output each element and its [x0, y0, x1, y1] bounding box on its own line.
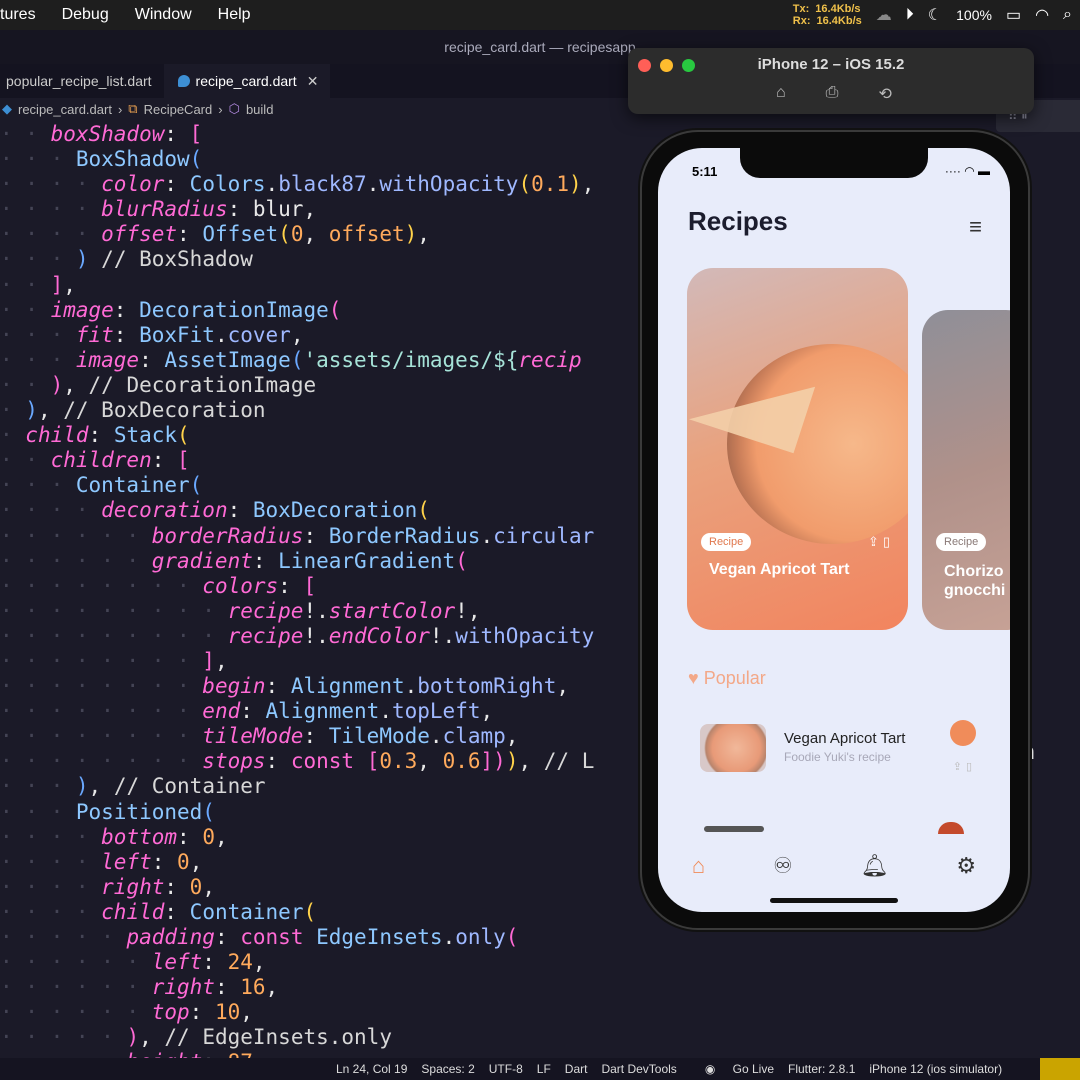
signal-wifi-battery-icon: ···· ◠ ▬: [944, 164, 990, 178]
section-heading: ♥ Popular: [688, 668, 766, 689]
heart-icon: ♥: [688, 668, 699, 688]
list-item-title: Vegan Apricot Tart: [784, 730, 906, 747]
indent-setting[interactable]: Spaces: 2: [421, 1062, 474, 1076]
phone-screen: 5:11 ···· ◠ ▬ Recipes ≡ Recipe ⇪▯ Vegan …: [658, 148, 1010, 912]
recipe-card-title: Vegan Apricot Tart: [709, 561, 850, 578]
line-ending[interactable]: LF: [537, 1062, 551, 1076]
bookmark-icon[interactable]: ▯: [883, 534, 894, 549]
list-item-subtitle: Foodie Yuki's recipe: [784, 750, 891, 764]
rx-rate: 16.4Kb/s: [816, 15, 862, 27]
menu-icon[interactable]: ≡: [969, 214, 982, 240]
go-live-label: Go Live: [732, 1062, 774, 1076]
chevron-right-icon: ›: [117, 101, 123, 117]
menu-features[interactable]: tures: [0, 6, 36, 24]
rotate-icon[interactable]: ⟲: [878, 84, 891, 104]
go-live-button[interactable]: ◉ Go Live: [691, 1062, 774, 1076]
wifi-icon[interactable]: ◠: [1035, 5, 1049, 25]
recipe-thumbnail: [700, 724, 766, 772]
feedback-icon[interactable]: [1040, 1058, 1080, 1080]
popular-label: Popular: [703, 668, 766, 688]
cursor-position[interactable]: Ln 24, Col 19: [336, 1062, 407, 1076]
list-item[interactable]: Vegan Apricot Tart Foodie Yuki's recipe …: [700, 720, 990, 774]
recipe-card-title: Chorizo gnocchi: [944, 562, 1005, 600]
breadcrumb-file[interactable]: recipe_card.dart: [18, 102, 112, 117]
battery-icon[interactable]: ▭: [1006, 5, 1021, 25]
bookmark-icon[interactable]: ▯: [966, 761, 976, 773]
search-icon[interactable]: ⌕: [1063, 6, 1072, 24]
recipe-tag: Recipe: [701, 533, 752, 551]
tab-popular-recipe-list[interactable]: popular_recipe_list.dart: [0, 64, 164, 98]
bottom-nav: ⌂ ♾ 🔔︎ ⚙: [658, 836, 1010, 896]
chevron-right-icon: ›: [218, 101, 223, 117]
share-icon[interactable]: ⇪: [868, 534, 883, 549]
breadcrumb-class[interactable]: RecipeCard: [144, 102, 213, 117]
recipe-tag: Recipe: [936, 533, 987, 551]
flutter-version[interactable]: Flutter: 2.8.1: [788, 1062, 855, 1076]
bell-icon[interactable]: 🔔︎: [861, 853, 889, 879]
device-selector[interactable]: iPhone 12 (ios simulator): [869, 1062, 1002, 1076]
code-editor[interactable]: · · boxShadow: [ · · · BoxShadow( · · · …: [0, 122, 640, 1058]
iphone-frame: 5:11 ···· ◠ ▬ Recipes ≡ Recipe ⇪▯ Vegan …: [640, 130, 1030, 930]
notch: [740, 148, 928, 178]
broadcast-icon: ◉: [704, 1062, 716, 1076]
devtools-button[interactable]: Dart DevTools: [601, 1062, 676, 1076]
status-bar: Ln 24, Col 19 Spaces: 2 UTF-8 LF Dart Da…: [0, 1058, 1080, 1080]
simulator-window: iPhone 12 – iOS 15.2 ⌂ ⎙ ⟲: [628, 48, 1034, 114]
breadcrumb-method[interactable]: build: [246, 102, 273, 117]
tab-label: popular_recipe_list.dart: [6, 73, 152, 89]
menu-debug[interactable]: Debug: [62, 6, 109, 24]
screenshot-icon[interactable]: ⎙: [826, 84, 839, 104]
menu-window[interactable]: Window: [135, 6, 192, 24]
tab-label: recipe_card.dart: [195, 73, 297, 89]
status-area: Tx: 16.4Kb/s Rx: 16.4Kb/s ☁ ⏵ ☾ 100% ▭ ◠ ⌕: [793, 0, 1080, 30]
battery-percent: 100%: [956, 7, 992, 23]
code-text: · · boxShadow: [ · · · BoxShadow( · · · …: [0, 122, 595, 1058]
home-icon[interactable]: ⌂: [776, 84, 786, 104]
glasses-icon[interactable]: ♾: [773, 853, 793, 879]
menu-help[interactable]: Help: [218, 6, 251, 24]
status-time: 5:11: [692, 164, 718, 179]
share-icon[interactable]: ⇪: [953, 761, 966, 773]
dart-file-icon: [177, 75, 190, 87]
title-line: gnocchi: [944, 582, 1006, 599]
method-icon: ⬡: [228, 101, 240, 116]
recipe-card[interactable]: Recipe Chorizo gnocchi: [922, 310, 1010, 630]
play-icon[interactable]: ⏵: [906, 6, 914, 24]
avatar: [950, 720, 976, 746]
title-line: Chorizo: [944, 563, 1004, 580]
encoding[interactable]: UTF-8: [489, 1062, 523, 1076]
cloud-icon[interactable]: ☁: [876, 5, 892, 25]
dart-file-icon: ◆: [2, 101, 12, 116]
avatar: [938, 822, 964, 834]
rx-label: Rx:: [792, 15, 811, 27]
language-mode[interactable]: Dart: [565, 1062, 588, 1076]
network-meter: Tx: 16.4Kb/s Rx: 16.4Kb/s: [793, 3, 862, 27]
menu-bar: tures Debug Window Help Tx: 16.4Kb/s Rx: 1…: [0, 0, 1080, 30]
class-icon: ⧉: [128, 101, 138, 116]
moon-icon[interactable]: ☾: [928, 5, 942, 25]
tab-recipe-card[interactable]: recipe_card.dart ✕: [163, 64, 331, 98]
home-indicator: [770, 898, 898, 903]
simulator-title: iPhone 12 – iOS 15.2: [757, 56, 905, 73]
tx-rate: 16.4Kb/s: [815, 3, 861, 15]
recipe-card[interactable]: Recipe ⇪▯ Vegan Apricot Tart: [687, 268, 908, 630]
page-title: Recipes: [688, 206, 788, 236]
gear-icon[interactable]: ⚙: [956, 853, 976, 879]
close-icon[interactable]: ✕: [307, 73, 319, 89]
tx-label: Tx:: [792, 3, 810, 15]
home-icon[interactable]: ⌂: [692, 853, 705, 879]
list-item[interactable]: [704, 826, 764, 832]
